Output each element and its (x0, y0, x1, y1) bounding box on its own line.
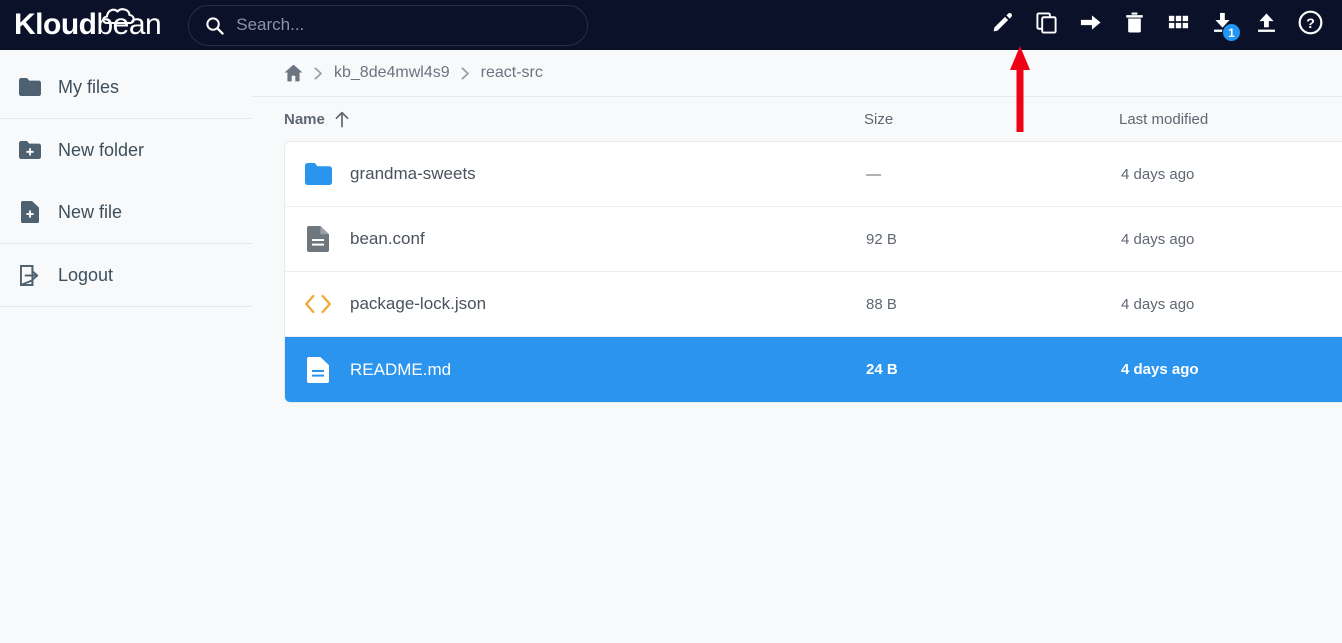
sidebar-item-label: New file (58, 201, 123, 222)
home-icon[interactable] (284, 64, 303, 82)
breadcrumb-separator (314, 66, 323, 80)
sidebar: My files New folder New file Logout (0, 50, 252, 643)
arrow-right-icon (1079, 11, 1102, 39)
code-icon (301, 294, 335, 314)
file-name: grandma-sweets (350, 164, 476, 183)
file-name: README.md (350, 359, 452, 379)
grid-icon (1167, 11, 1190, 39)
cloud-icon (102, 8, 135, 24)
apps-button[interactable] (1156, 3, 1200, 47)
copy-icon (1035, 11, 1058, 39)
file-list: grandma-sweets — 4 days ago bean.conf 92… (284, 141, 1342, 403)
breadcrumb-item-1[interactable]: react-src (481, 64, 543, 82)
file-size: — (866, 165, 881, 183)
breadcrumb-separator (461, 66, 470, 80)
file-name: bean.conf (350, 229, 425, 248)
logout-icon (16, 264, 44, 286)
sort-arrow-up-icon[interactable] (334, 111, 350, 128)
file-modified: 4 days ago (1121, 295, 1195, 313)
file-modified: 4 days ago (1121, 361, 1199, 378)
search-bar[interactable] (188, 4, 589, 46)
delete-button[interactable] (1112, 3, 1156, 47)
table-row[interactable]: grandma-sweets — 4 days ago (285, 142, 1342, 207)
sidebar-item-label: New folder (58, 139, 145, 160)
document-icon (301, 226, 335, 252)
table-row[interactable]: package-lock.json 88 B 4 days ago (285, 272, 1342, 337)
file-plus-icon (16, 201, 44, 223)
file-modified: 4 days ago (1121, 230, 1195, 248)
table-header-row: Name Size Last modified (252, 97, 1342, 141)
file-size: 24 B (866, 361, 898, 378)
copy-button[interactable] (1024, 3, 1068, 47)
column-header-name[interactable]: Name (284, 111, 864, 128)
help-button[interactable]: ? (1288, 3, 1332, 47)
edit-button[interactable] (980, 3, 1024, 47)
file-size: 88 B (866, 295, 897, 313)
column-header-last-modified[interactable]: Last modified (1119, 111, 1342, 128)
folder-plus-icon (16, 141, 44, 159)
sidebar-divider (0, 306, 252, 307)
file-size: 92 B (866, 230, 897, 248)
table-row[interactable]: README.md 24 B 4 days ago (285, 337, 1342, 402)
main-content: kb_8de4mwl4s9 react-src Name Size Last m… (252, 50, 1342, 643)
document-icon (301, 356, 335, 383)
search-input[interactable] (236, 15, 572, 35)
top-bar: Kloud bean Search... 1 ? (0, 0, 1342, 50)
download-count-badge: 1 (1222, 23, 1241, 42)
sidebar-item-my-files[interactable]: My files (0, 56, 252, 118)
file-modified: 4 days ago (1121, 165, 1195, 183)
breadcrumb: kb_8de4mwl4s9 react-src (252, 50, 1342, 97)
upload-button[interactable] (1244, 3, 1288, 47)
move-button[interactable] (1068, 3, 1112, 47)
pencil-icon (991, 11, 1014, 39)
search-icon (205, 16, 224, 35)
sidebar-item-logout[interactable]: Logout (0, 244, 252, 306)
upload-icon (1255, 11, 1278, 39)
app-logo[interactable]: Kloud bean (14, 0, 162, 50)
folder-icon (16, 78, 44, 96)
sidebar-item-label: Logout (58, 264, 114, 285)
file-name: package-lock.json (350, 294, 487, 313)
question-mark-icon: ? (1298, 10, 1323, 40)
sidebar-item-new-file[interactable]: New file (0, 181, 252, 243)
logo-text-primary: Kloud (14, 8, 97, 41)
breadcrumb-item-0[interactable]: kb_8de4mwl4s9 (334, 64, 450, 82)
folder-icon (301, 163, 335, 185)
sidebar-item-label: My files (58, 76, 120, 97)
svg-text:?: ? (1306, 15, 1315, 31)
column-header-name-label: Name (284, 110, 325, 128)
sidebar-item-new-folder[interactable]: New folder (0, 119, 252, 181)
column-header-size[interactable]: Size (864, 111, 1119, 128)
trash-icon (1123, 11, 1146, 39)
download-button[interactable]: 1 (1200, 3, 1244, 47)
table-row[interactable]: bean.conf 92 B 4 days ago (285, 207, 1342, 272)
toolbar-actions: 1 ? (980, 3, 1332, 47)
